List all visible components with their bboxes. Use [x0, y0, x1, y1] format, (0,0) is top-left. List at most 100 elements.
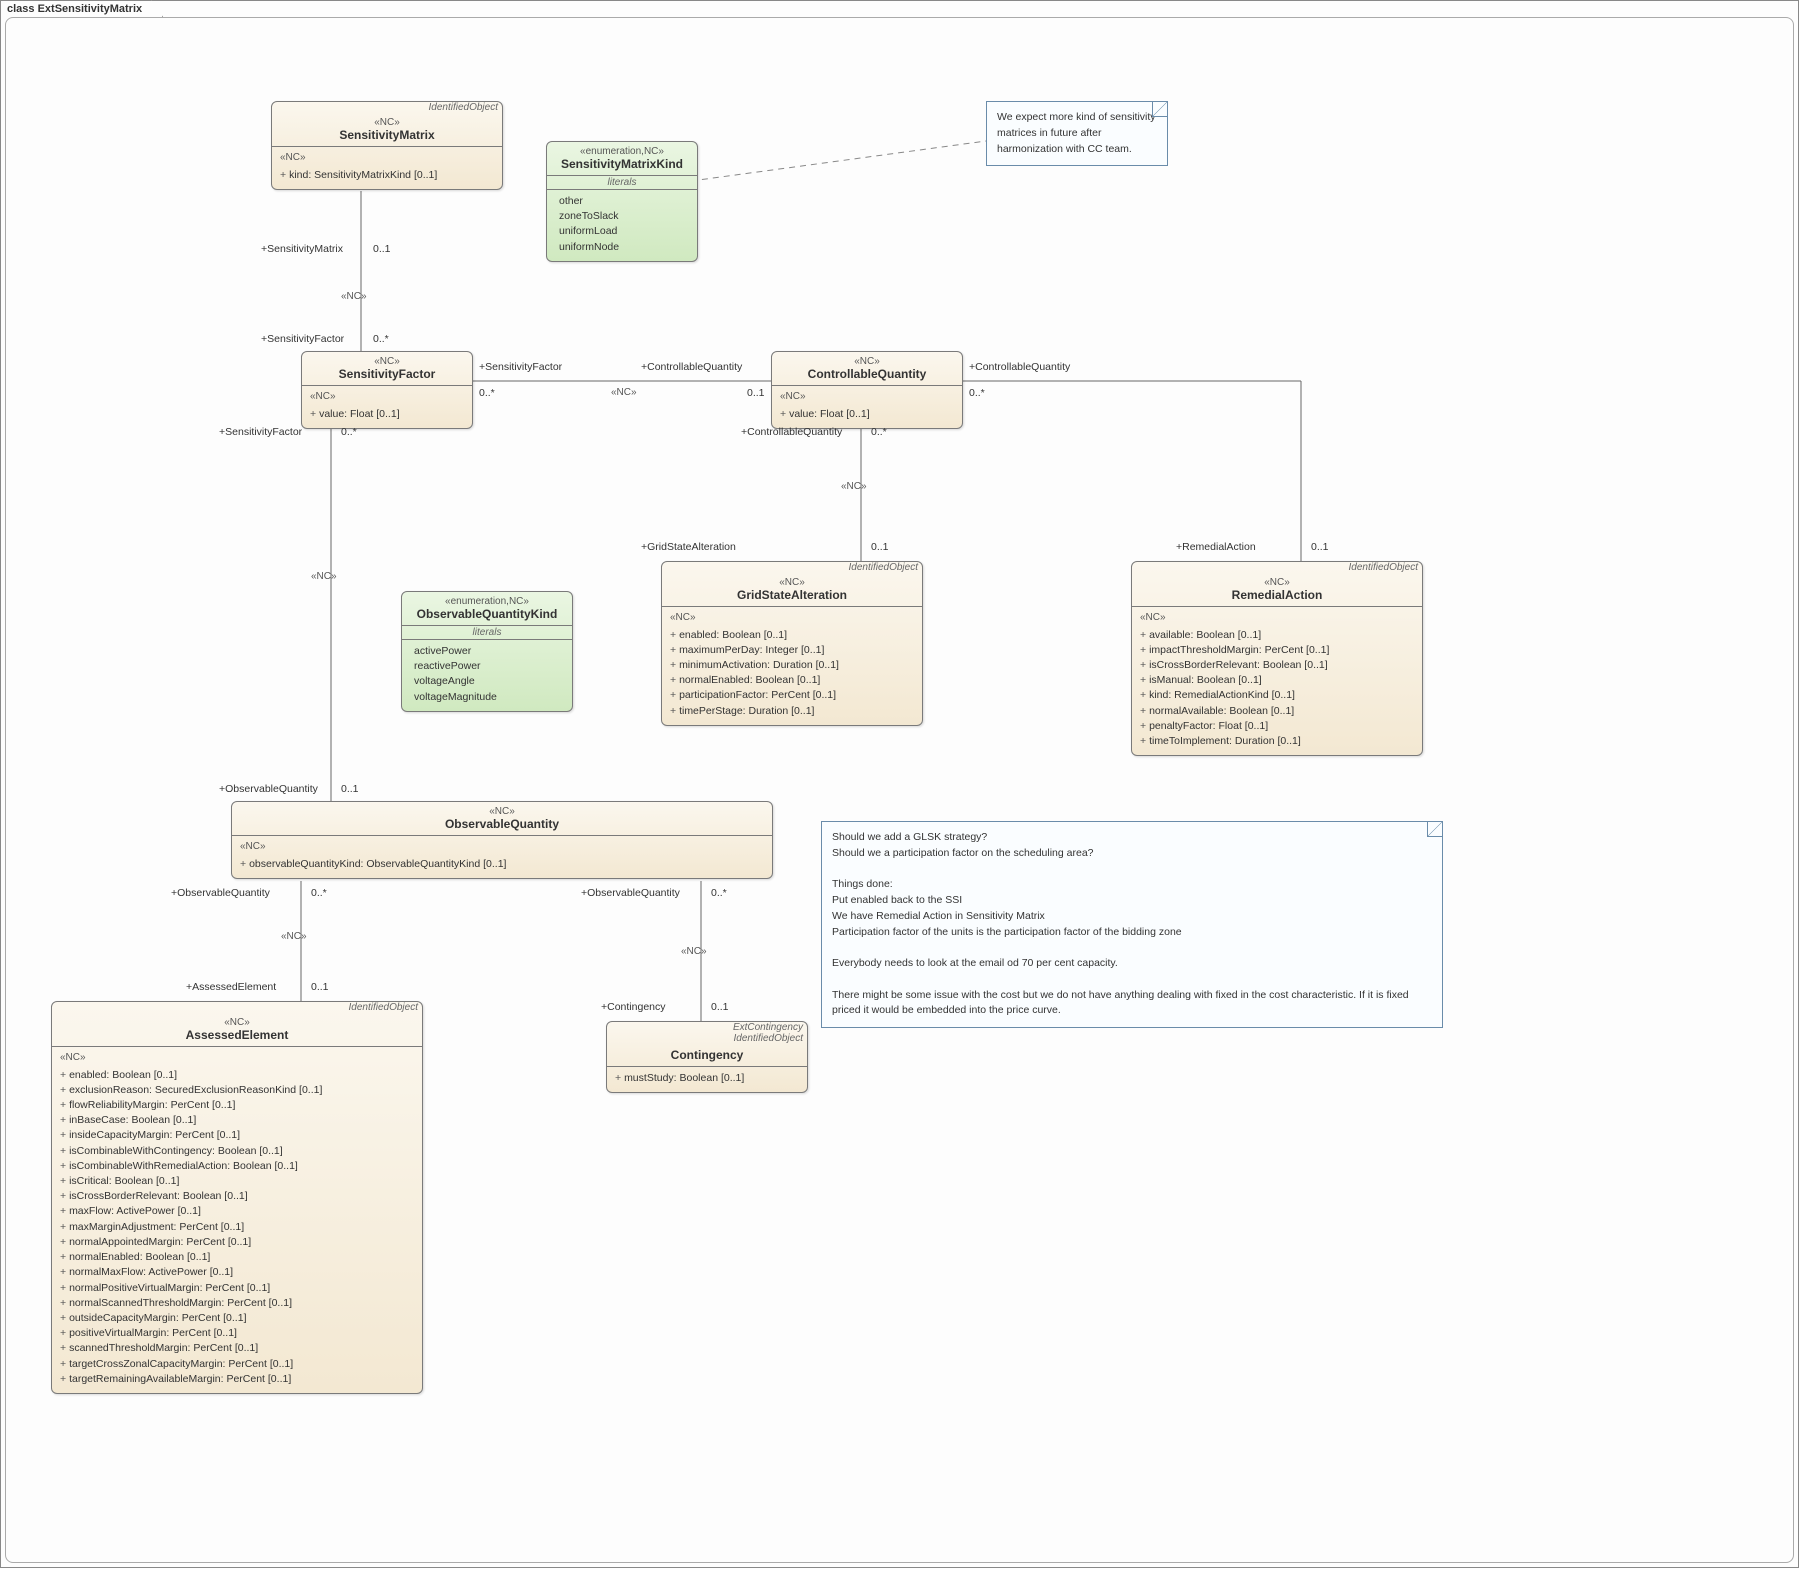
super-label: IdentifiedObject — [272, 102, 502, 113]
attribute: positiveVirtualMargin: PerCent [0..1] — [60, 1326, 414, 1341]
role-controllablequantity: +ControllableQuantity — [641, 361, 742, 373]
attribute: normalScannedThresholdMargin: PerCent [0… — [60, 1296, 414, 1311]
class-name: ObservableQuantity — [240, 817, 764, 831]
attribute: normalAvailable: Boolean [0..1] — [1140, 704, 1414, 719]
class-observablequantity[interactable]: «NC» ObservableQuantity «NC» observableQ… — [231, 801, 773, 879]
mult: 0..* — [373, 333, 389, 345]
section-label: literals — [402, 626, 572, 640]
role-remedialaction: +RemedialAction — [1176, 541, 1256, 553]
body-stereotype: «NC» — [1140, 611, 1414, 626]
role-contingency: +Contingency — [601, 1001, 666, 1013]
role-observablequantity: +ObservableQuantity — [219, 783, 318, 795]
attribute: outsideCapacityMargin: PerCent [0..1] — [60, 1311, 414, 1326]
attribute: timeToImplement: Duration [0..1] — [1140, 734, 1414, 749]
super-label: IdentifiedObject — [1132, 562, 1422, 573]
attribute: isCombinableWithContingency: Boolean [0.… — [60, 1144, 414, 1159]
super-label: IdentifiedObject — [662, 562, 922, 573]
class-name: ObservableQuantityKind — [410, 607, 564, 621]
attribute: maxMarginAdjustment: PerCent [0..1] — [60, 1220, 414, 1235]
class-assessedelement[interactable]: IdentifiedObject «NC» AssessedElement «N… — [51, 1001, 423, 1394]
literal: voltageMagnitude — [410, 690, 564, 705]
attribute: targetRemainingAvailableMargin: PerCent … — [60, 1372, 414, 1387]
stereotype: «NC» — [280, 117, 494, 128]
attribute: value: Float [0..1] — [310, 407, 464, 422]
attribute: normalPositiveVirtualMargin: PerCent [0.… — [60, 1281, 414, 1296]
mult: 0..* — [969, 387, 985, 399]
mult: 0..1 — [1311, 541, 1329, 553]
stereotype: «enumeration,NC» — [410, 596, 564, 607]
assoc-stereo: «NC» — [281, 931, 307, 942]
mult: 0..* — [871, 426, 887, 438]
literal: other — [555, 194, 689, 209]
role-assessedelement: +AssessedElement — [186, 981, 276, 993]
assoc-stereo: «NC» — [611, 387, 637, 398]
attribute: available: Boolean [0..1] — [1140, 628, 1414, 643]
mult: 0..* — [341, 426, 357, 438]
mult: 0..* — [711, 887, 727, 899]
stereotype: «NC» — [1140, 577, 1414, 588]
super-label: ExtContingency IdentifiedObject — [607, 1022, 807, 1044]
role-observablequantity: +ObservableQuantity — [581, 887, 680, 899]
class-name: AssessedElement — [60, 1028, 414, 1042]
attribute: normalMaxFlow: ActivePower [0..1] — [60, 1265, 414, 1280]
attribute: isCrossBorderRelevant: Boolean [0..1] — [60, 1189, 414, 1204]
class-name: SensitivityMatrixKind — [555, 157, 689, 171]
class-contingency[interactable]: ExtContingency IdentifiedObject Continge… — [606, 1021, 808, 1093]
attribute: impactThresholdMargin: PerCent [0..1] — [1140, 643, 1414, 658]
mult: 0..1 — [373, 243, 391, 255]
role-observablequantity: +ObservableQuantity — [171, 887, 270, 899]
attribute: isCritical: Boolean [0..1] — [60, 1174, 414, 1189]
attribute: insideCapacityMargin: PerCent [0..1] — [60, 1128, 414, 1143]
role-sensitivityfactor: +SensitivityFactor — [219, 426, 302, 438]
note-1: We expect more kind of sensitivity matri… — [986, 101, 1168, 166]
attribute: observableQuantityKind: ObservableQuanti… — [240, 857, 764, 872]
role-controllablequantity: +ControllableQuantity — [969, 361, 1070, 373]
attribute: isManual: Boolean [0..1] — [1140, 673, 1414, 688]
role-sensitivityfactor: +SensitivityFactor — [479, 361, 562, 373]
attribute: minimumActivation: Duration [0..1] — [670, 658, 914, 673]
attribute: mustStudy: Boolean [0..1] — [615, 1071, 799, 1086]
attribute: value: Float [0..1] — [780, 407, 954, 422]
mult: 0..* — [479, 387, 495, 399]
attribute: maxFlow: ActivePower [0..1] — [60, 1204, 414, 1219]
literal: uniformLoad — [555, 224, 689, 239]
literal: reactivePower — [410, 659, 564, 674]
class-gridstatealteration[interactable]: IdentifiedObject «NC» GridStateAlteratio… — [661, 561, 923, 726]
enum-sensitivitymatrixkind[interactable]: «enumeration,NC» SensitivityMatrixKind l… — [546, 141, 698, 262]
literal: voltageAngle — [410, 674, 564, 689]
class-remedialaction[interactable]: IdentifiedObject «NC» RemedialAction «NC… — [1131, 561, 1423, 756]
literal: activePower — [410, 644, 564, 659]
attribute: enabled: Boolean [0..1] — [670, 628, 914, 643]
class-name: SensitivityMatrix — [280, 128, 494, 142]
stereotype: «NC» — [310, 356, 464, 367]
class-name: GridStateAlteration — [670, 588, 914, 602]
attribute: inBaseCase: Boolean [0..1] — [60, 1113, 414, 1128]
stereotype: «NC» — [670, 577, 914, 588]
class-name: RemedialAction — [1140, 588, 1414, 602]
section-label: literals — [547, 176, 697, 190]
body-stereotype: «NC» — [280, 151, 494, 166]
class-name: SensitivityFactor — [310, 367, 464, 381]
mult: 0..1 — [341, 783, 359, 795]
mult: 0..1 — [311, 981, 329, 993]
attribute: exclusionReason: SecuredExclusionReasonK… — [60, 1083, 414, 1098]
stereotype: «NC» — [240, 806, 764, 817]
class-controllablequantity[interactable]: «NC» ControllableQuantity «NC» value: Fl… — [771, 351, 963, 429]
attribute: isCrossBorderRelevant: Boolean [0..1] — [1140, 658, 1414, 673]
body-stereotype: «NC» — [240, 840, 764, 855]
class-sensitivityfactor[interactable]: «NC» SensitivityFactor «NC» value: Float… — [301, 351, 473, 429]
role-gridstatealteration: +GridStateAlteration — [641, 541, 736, 553]
attribute: isCombinableWithRemedialAction: Boolean … — [60, 1159, 414, 1174]
enum-observablequantitykind[interactable]: «enumeration,NC» ObservableQuantityKind … — [401, 591, 573, 712]
assoc-stereo: «NC» — [681, 946, 707, 957]
attribute: maximumPerDay: Integer [0..1] — [670, 643, 914, 658]
diagram-frame: class ExtSensitivityMatrix IdentifiedObj… — [0, 0, 1799, 1568]
assoc-stereo: «NC» — [311, 571, 337, 582]
class-sensitivitymatrix[interactable]: IdentifiedObject «NC» SensitivityMatrix … — [271, 101, 503, 190]
super-label: IdentifiedObject — [52, 1002, 422, 1013]
class-name: Contingency — [615, 1048, 799, 1062]
mult: 0..1 — [747, 387, 765, 399]
body-stereotype: «NC» — [670, 611, 914, 626]
body-stereotype: «NC» — [780, 390, 954, 405]
stereotype: «NC» — [60, 1017, 414, 1028]
